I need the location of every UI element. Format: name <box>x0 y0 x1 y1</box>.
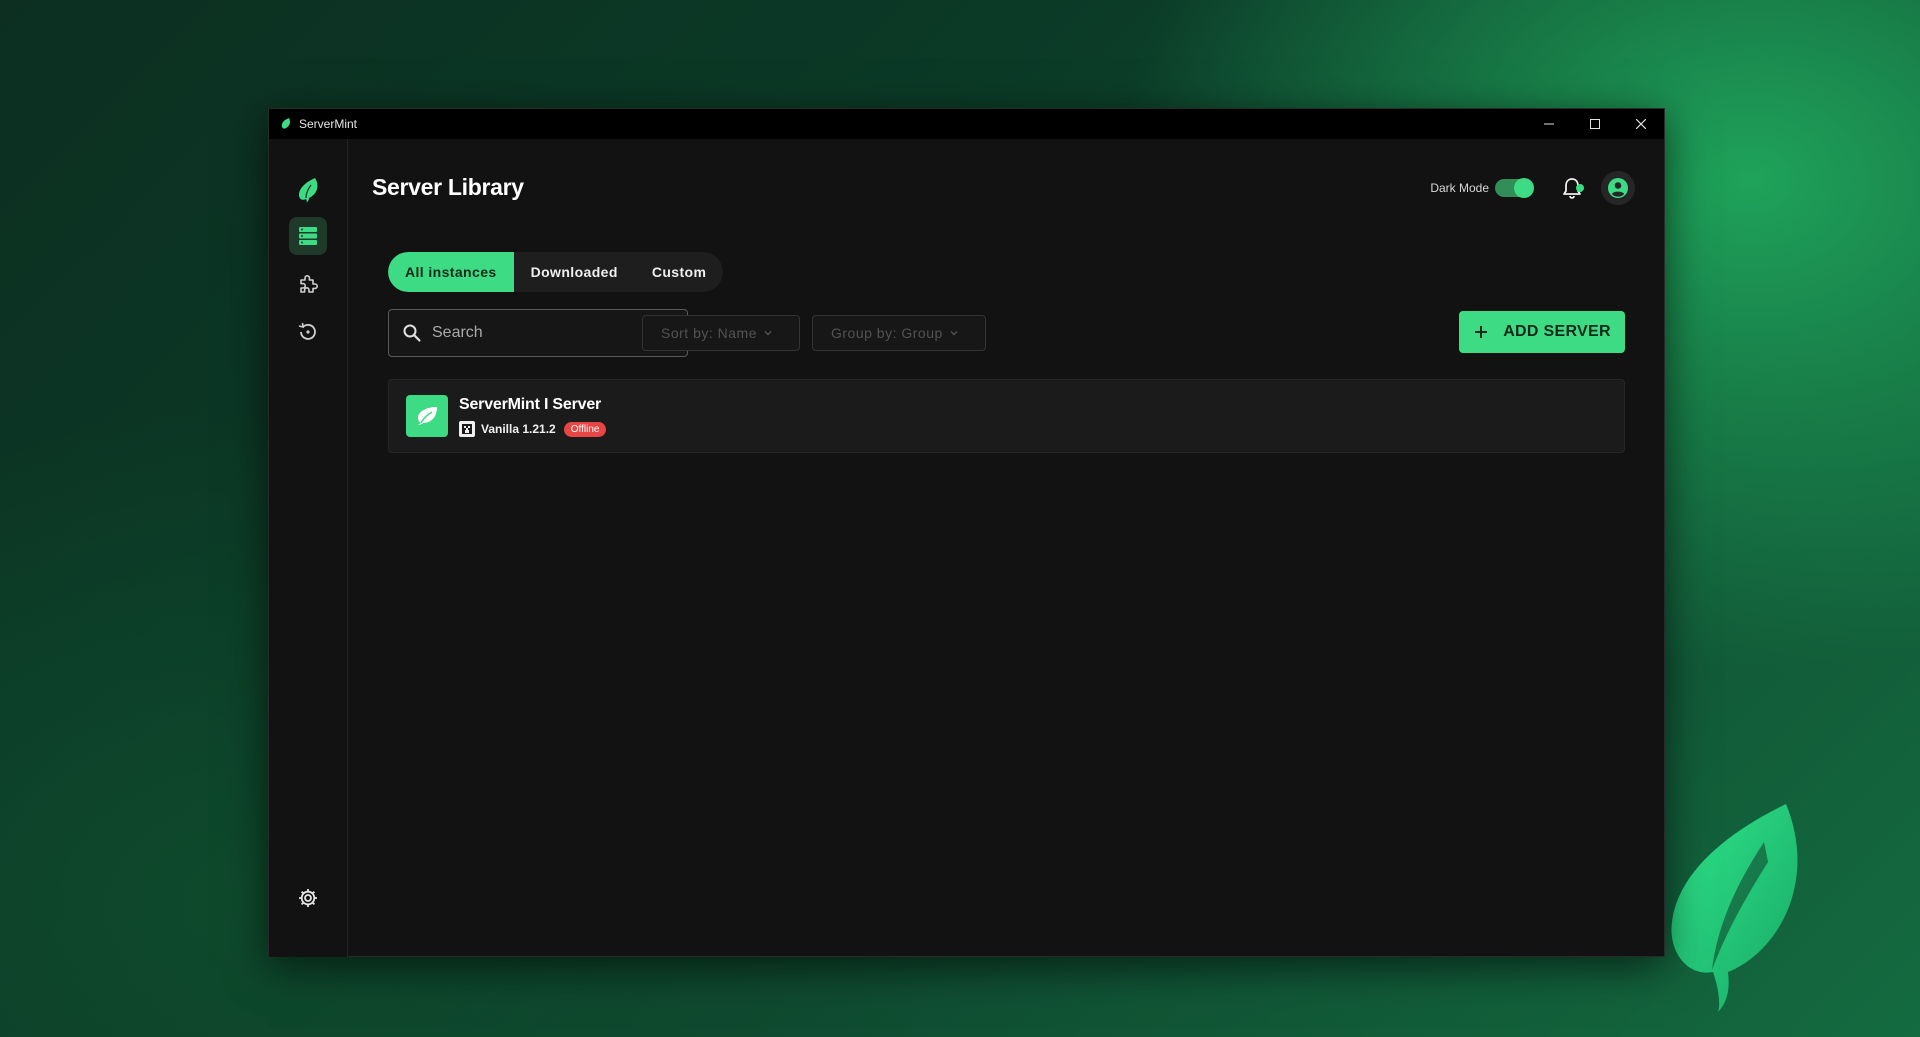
sort-label: Sort by: Name <box>661 325 757 341</box>
dark-mode-label: Dark Mode <box>1430 181 1489 195</box>
tab-all-instances[interactable]: All instances <box>388 252 514 292</box>
title-bar: ServerMint <box>269 109 1664 139</box>
account-button[interactable] <box>1601 171 1635 205</box>
add-server-button[interactable]: ADD SERVER <box>1459 311 1625 353</box>
leaf-decoration-icon <box>1671 804 1798 1012</box>
servers-icon <box>299 227 317 245</box>
account-icon <box>1608 178 1628 198</box>
maximize-button[interactable] <box>1572 109 1618 139</box>
dark-mode-toggle[interactable] <box>1495 178 1534 198</box>
close-icon <box>1636 119 1646 129</box>
sidebar-item-settings[interactable] <box>289 879 327 917</box>
server-avatar <box>406 395 448 437</box>
close-button[interactable] <box>1618 109 1664 139</box>
maximize-icon <box>1590 119 1600 129</box>
notifications-button[interactable] <box>1557 173 1587 203</box>
chevron-down-icon <box>764 331 772 336</box>
server-card[interactable]: ServerMint I Server Vanilla 1.21.2 Offli… <box>388 379 1625 453</box>
window-title: ServerMint <box>299 117 358 131</box>
minimize-button[interactable] <box>1526 109 1572 139</box>
sidebar-item-servers[interactable] <box>289 217 327 255</box>
tab-custom[interactable]: Custom <box>635 252 724 292</box>
add-server-label: ADD SERVER <box>1503 323 1611 340</box>
page-title: Server Library <box>372 174 524 200</box>
app-leaf-icon <box>281 118 290 129</box>
group-select[interactable]: Group by: Group <box>812 315 986 351</box>
sidebar <box>269 139 348 957</box>
main-content: Server Library Dark Mode All instances D… <box>348 139 1665 957</box>
minimize-icon <box>1544 123 1554 125</box>
search-icon <box>403 324 421 342</box>
logo-leaf-icon[interactable] <box>297 177 319 203</box>
chevron-down-icon <box>950 331 958 336</box>
server-name: ServerMint I Server <box>459 396 602 413</box>
history-icon <box>298 322 316 340</box>
search-input[interactable] <box>430 323 664 343</box>
plus-icon <box>1475 326 1488 338</box>
sort-select[interactable]: Sort by: Name <box>642 315 800 351</box>
group-label: Group by: Group <box>831 325 943 341</box>
server-meta: Vanilla 1.21.2 Offline <box>459 421 607 437</box>
status-badge: Offline <box>563 421 607 437</box>
gear-icon <box>299 889 317 907</box>
sidebar-item-history[interactable] <box>289 313 327 351</box>
puzzle-icon <box>300 275 318 293</box>
filter-tabs: All instances Downloaded Custom <box>388 252 724 292</box>
server-version: Vanilla 1.21.2 <box>481 422 556 436</box>
vanilla-icon <box>459 421 475 437</box>
notification-dot <box>1576 184 1584 192</box>
tab-downloaded[interactable]: Downloaded <box>514 252 635 292</box>
app-window: ServerMint Server Library Dark Mode All … <box>268 108 1665 957</box>
leaf-icon <box>418 407 437 425</box>
sidebar-item-plugins[interactable] <box>289 265 327 303</box>
